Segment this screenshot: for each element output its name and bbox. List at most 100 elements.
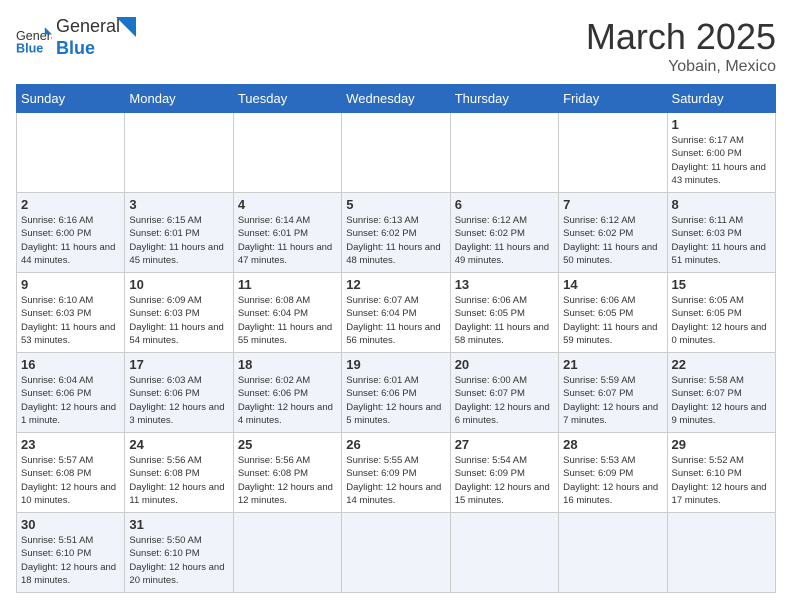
calendar-header-row: SundayMondayTuesdayWednesdayThursdayFrid… (17, 85, 776, 113)
calendar-cell: 30 Sunrise: 5:51 AM Sunset: 6:10 PM Dayl… (17, 513, 125, 593)
day-number: 2 (21, 197, 120, 212)
logo-blue: Blue (56, 38, 120, 60)
calendar-week-4: 16 Sunrise: 6:04 AM Sunset: 6:06 PM Dayl… (17, 353, 776, 433)
day-info: Sunrise: 6:01 AM Sunset: 6:06 PM Dayligh… (346, 374, 445, 427)
calendar-cell: 18 Sunrise: 6:02 AM Sunset: 6:06 PM Dayl… (233, 353, 341, 433)
day-number: 12 (346, 277, 445, 292)
day-number: 27 (455, 437, 554, 452)
calendar-cell: 19 Sunrise: 6:01 AM Sunset: 6:06 PM Dayl… (342, 353, 450, 433)
calendar-cell: 31 Sunrise: 5:50 AM Sunset: 6:10 PM Dayl… (125, 513, 233, 593)
day-info: Sunrise: 6:17 AM Sunset: 6:00 PM Dayligh… (672, 134, 771, 187)
calendar-cell (667, 513, 775, 593)
day-info: Sunrise: 6:07 AM Sunset: 6:04 PM Dayligh… (346, 294, 445, 347)
calendar-cell (559, 513, 667, 593)
calendar-cell: 16 Sunrise: 6:04 AM Sunset: 6:06 PM Dayl… (17, 353, 125, 433)
logo-general: General (56, 16, 120, 38)
day-header-tuesday: Tuesday (233, 85, 341, 113)
calendar-week-5: 23 Sunrise: 5:57 AM Sunset: 6:08 PM Dayl… (17, 433, 776, 513)
day-number: 9 (21, 277, 120, 292)
day-number: 15 (672, 277, 771, 292)
day-number: 7 (563, 197, 662, 212)
calendar-cell: 8 Sunrise: 6:11 AM Sunset: 6:03 PM Dayli… (667, 193, 775, 273)
day-number: 18 (238, 357, 337, 372)
calendar-table: SundayMondayTuesdayWednesdayThursdayFrid… (16, 84, 776, 593)
calendar-cell: 6 Sunrise: 6:12 AM Sunset: 6:02 PM Dayli… (450, 193, 558, 273)
day-info: Sunrise: 5:54 AM Sunset: 6:09 PM Dayligh… (455, 454, 554, 507)
calendar-cell (233, 113, 341, 193)
location-subtitle: Yobain, Mexico (586, 58, 776, 76)
day-number: 16 (21, 357, 120, 372)
title-area: March 2025 Yobain, Mexico (586, 16, 776, 76)
calendar-cell (450, 113, 558, 193)
calendar-cell: 11 Sunrise: 6:08 AM Sunset: 6:04 PM Dayl… (233, 273, 341, 353)
calendar-cell (233, 513, 341, 593)
calendar-cell: 2 Sunrise: 6:16 AM Sunset: 6:00 PM Dayli… (17, 193, 125, 273)
calendar-cell: 26 Sunrise: 5:55 AM Sunset: 6:09 PM Dayl… (342, 433, 450, 513)
day-number: 5 (346, 197, 445, 212)
day-info: Sunrise: 6:05 AM Sunset: 6:05 PM Dayligh… (672, 294, 771, 347)
day-number: 23 (21, 437, 120, 452)
calendar-cell: 13 Sunrise: 6:06 AM Sunset: 6:05 PM Dayl… (450, 273, 558, 353)
month-title: March 2025 (586, 16, 776, 58)
day-number: 22 (672, 357, 771, 372)
day-number: 26 (346, 437, 445, 452)
day-info: Sunrise: 5:55 AM Sunset: 6:09 PM Dayligh… (346, 454, 445, 507)
day-info: Sunrise: 5:59 AM Sunset: 6:07 PM Dayligh… (563, 374, 662, 427)
day-number: 19 (346, 357, 445, 372)
calendar-cell: 25 Sunrise: 5:56 AM Sunset: 6:08 PM Dayl… (233, 433, 341, 513)
calendar-cell: 7 Sunrise: 6:12 AM Sunset: 6:02 PM Dayli… (559, 193, 667, 273)
day-number: 10 (129, 277, 228, 292)
calendar-week-6: 30 Sunrise: 5:51 AM Sunset: 6:10 PM Dayl… (17, 513, 776, 593)
calendar-cell: 4 Sunrise: 6:14 AM Sunset: 6:01 PM Dayli… (233, 193, 341, 273)
day-info: Sunrise: 6:16 AM Sunset: 6:00 PM Dayligh… (21, 214, 120, 267)
calendar-cell: 24 Sunrise: 5:56 AM Sunset: 6:08 PM Dayl… (125, 433, 233, 513)
day-info: Sunrise: 5:58 AM Sunset: 6:07 PM Dayligh… (672, 374, 771, 427)
day-number: 8 (672, 197, 771, 212)
calendar-cell: 21 Sunrise: 5:59 AM Sunset: 6:07 PM Dayl… (559, 353, 667, 433)
day-number: 11 (238, 277, 337, 292)
day-number: 24 (129, 437, 228, 452)
calendar-cell (450, 513, 558, 593)
calendar-cell: 29 Sunrise: 5:52 AM Sunset: 6:10 PM Dayl… (667, 433, 775, 513)
calendar-week-2: 2 Sunrise: 6:16 AM Sunset: 6:00 PM Dayli… (17, 193, 776, 273)
calendar-cell: 27 Sunrise: 5:54 AM Sunset: 6:09 PM Dayl… (450, 433, 558, 513)
calendar-cell: 1 Sunrise: 6:17 AM Sunset: 6:00 PM Dayli… (667, 113, 775, 193)
day-number: 25 (238, 437, 337, 452)
day-info: Sunrise: 6:11 AM Sunset: 6:03 PM Dayligh… (672, 214, 771, 267)
day-info: Sunrise: 5:57 AM Sunset: 6:08 PM Dayligh… (21, 454, 120, 507)
calendar-week-1: 1 Sunrise: 6:17 AM Sunset: 6:00 PM Dayli… (17, 113, 776, 193)
calendar-cell: 10 Sunrise: 6:09 AM Sunset: 6:03 PM Dayl… (125, 273, 233, 353)
day-info: Sunrise: 6:06 AM Sunset: 6:05 PM Dayligh… (455, 294, 554, 347)
calendar-cell: 15 Sunrise: 6:05 AM Sunset: 6:05 PM Dayl… (667, 273, 775, 353)
day-header-saturday: Saturday (667, 85, 775, 113)
day-info: Sunrise: 6:12 AM Sunset: 6:02 PM Dayligh… (455, 214, 554, 267)
logo-triangle (116, 17, 146, 47)
day-info: Sunrise: 6:04 AM Sunset: 6:06 PM Dayligh… (21, 374, 120, 427)
day-header-wednesday: Wednesday (342, 85, 450, 113)
day-header-friday: Friday (559, 85, 667, 113)
day-header-thursday: Thursday (450, 85, 558, 113)
day-info: Sunrise: 5:50 AM Sunset: 6:10 PM Dayligh… (129, 534, 228, 587)
day-info: Sunrise: 6:10 AM Sunset: 6:03 PM Dayligh… (21, 294, 120, 347)
day-info: Sunrise: 5:53 AM Sunset: 6:09 PM Dayligh… (563, 454, 662, 507)
day-info: Sunrise: 6:09 AM Sunset: 6:03 PM Dayligh… (129, 294, 228, 347)
day-number: 3 (129, 197, 228, 212)
logo-icon: General Blue (16, 20, 52, 56)
day-info: Sunrise: 5:51 AM Sunset: 6:10 PM Dayligh… (21, 534, 120, 587)
day-info: Sunrise: 6:15 AM Sunset: 6:01 PM Dayligh… (129, 214, 228, 267)
day-number: 13 (455, 277, 554, 292)
day-info: Sunrise: 6:00 AM Sunset: 6:07 PM Dayligh… (455, 374, 554, 427)
day-number: 29 (672, 437, 771, 452)
calendar-cell (559, 113, 667, 193)
calendar-cell: 22 Sunrise: 5:58 AM Sunset: 6:07 PM Dayl… (667, 353, 775, 433)
day-number: 14 (563, 277, 662, 292)
day-info: Sunrise: 6:13 AM Sunset: 6:02 PM Dayligh… (346, 214, 445, 267)
day-info: Sunrise: 6:06 AM Sunset: 6:05 PM Dayligh… (563, 294, 662, 347)
calendar-cell: 5 Sunrise: 6:13 AM Sunset: 6:02 PM Dayli… (342, 193, 450, 273)
day-info: Sunrise: 6:08 AM Sunset: 6:04 PM Dayligh… (238, 294, 337, 347)
calendar-cell: 9 Sunrise: 6:10 AM Sunset: 6:03 PM Dayli… (17, 273, 125, 353)
calendar-cell: 14 Sunrise: 6:06 AM Sunset: 6:05 PM Dayl… (559, 273, 667, 353)
day-number: 31 (129, 517, 228, 532)
day-header-sunday: Sunday (17, 85, 125, 113)
calendar-cell: 28 Sunrise: 5:53 AM Sunset: 6:09 PM Dayl… (559, 433, 667, 513)
